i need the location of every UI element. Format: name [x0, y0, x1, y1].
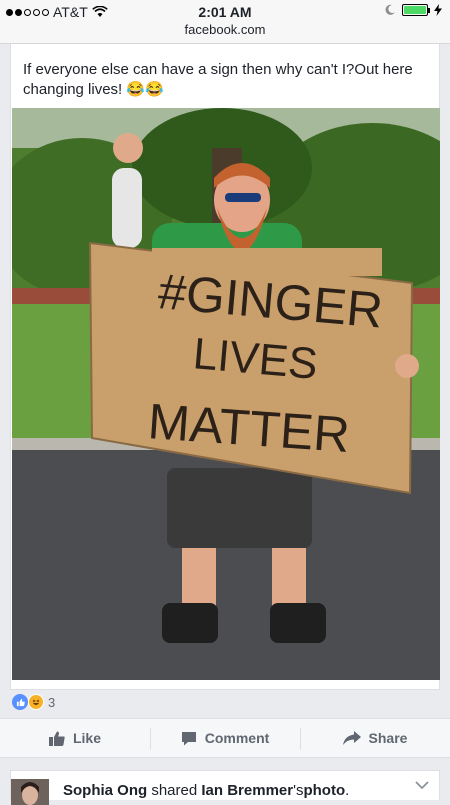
- chevron-down-icon[interactable]: [415, 781, 429, 790]
- charging-icon: [434, 4, 442, 16]
- like-icon: [12, 694, 28, 710]
- story-possessive: 's: [293, 782, 304, 799]
- status-right: [384, 4, 442, 16]
- comment-icon: [181, 731, 196, 745]
- thumbs-up-icon: [48, 731, 65, 746]
- comment-button[interactable]: Comment: [150, 719, 300, 757]
- story-verb: shared: [147, 782, 202, 799]
- avatar[interactable]: [11, 779, 49, 805]
- actor-name-link[interactable]: Sophia Ong: [63, 782, 147, 799]
- url-bar[interactable]: facebook.com: [0, 22, 450, 37]
- next-story-title: Sophia Ong shared Ian Bremmer'sphoto.: [63, 782, 349, 799]
- post-card: If everyone else can have a sign then wh…: [10, 44, 440, 690]
- like-button[interactable]: Like: [0, 719, 150, 757]
- post-photo[interactable]: #GINGER LIVES MATTER: [12, 108, 440, 680]
- photo-link[interactable]: photo: [303, 782, 345, 799]
- share-label: Share: [368, 730, 408, 746]
- battery-icon: [402, 4, 430, 16]
- reaction-count: 3: [48, 694, 56, 710]
- like-label: Like: [72, 730, 101, 746]
- story-end: .: [345, 782, 350, 799]
- post-text: If everyone else can have a sign then wh…: [23, 61, 413, 98]
- reactions-summary[interactable]: 3: [12, 694, 55, 710]
- comment-label: Comment: [204, 730, 270, 746]
- photo-illustration: #GINGER LIVES MATTER: [12, 108, 440, 680]
- share-button[interactable]: Share: [300, 719, 450, 757]
- share-icon: [342, 731, 361, 745]
- moon-icon: [385, 4, 395, 15]
- action-bar: Like Comment Share: [0, 718, 450, 758]
- next-story-card: Sophia Ong shared Ian Bremmer'sphoto.: [10, 770, 440, 805]
- status-bar: AT&T 2:01 AM facebook.com: [0, 0, 450, 44]
- subject-name-link[interactable]: Ian Bremmer: [201, 782, 293, 799]
- clock: 2:01 AM: [198, 4, 252, 20]
- haha-icon: [28, 694, 44, 710]
